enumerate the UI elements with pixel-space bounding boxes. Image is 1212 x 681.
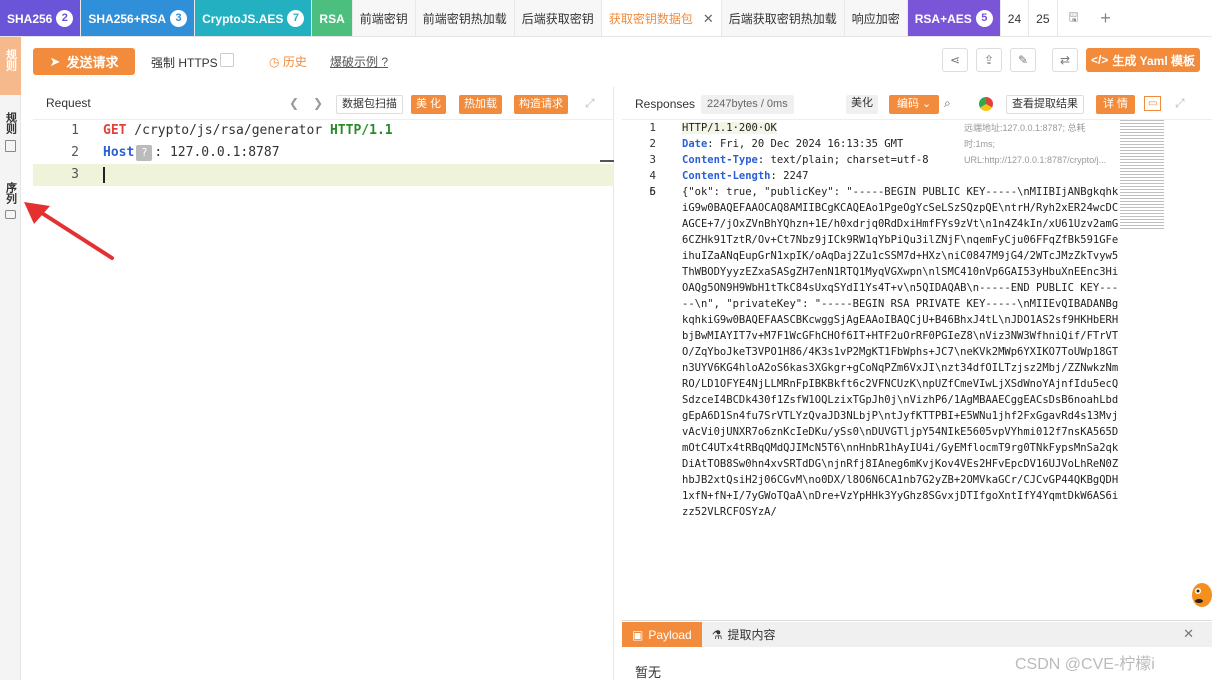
tab-7[interactable]: 获取密钥数据包 ✕ xyxy=(601,0,722,36)
edit-icon[interactable]: ✎ xyxy=(1010,48,1036,72)
chevron-right-icon[interactable]: ❯ xyxy=(313,96,323,110)
divider xyxy=(622,620,1212,621)
expand-icon[interactable]: ⤢ xyxy=(1175,96,1185,111)
chevron-left-icon[interactable]: ❮ xyxy=(289,96,299,110)
hot-load-button[interactable]: 热加载 xyxy=(459,95,502,114)
response-meta-note: 远端地址:127.0.0.1:8787; 总耗时:1ms; URL:http:/… xyxy=(964,123,1107,165)
response-beautify-button[interactable]: 美化 xyxy=(846,95,878,114)
payload-icon: ▣ xyxy=(632,627,644,642)
beautify-button[interactable]: 美 化 xyxy=(411,95,447,114)
sidebar-tab-rules-active[interactable]: 规则 xyxy=(0,37,21,95)
tab-0[interactable]: SHA256 2 xyxy=(0,0,82,36)
expand-icon[interactable]: ⤢ xyxy=(585,96,595,111)
tab-2[interactable]: CryptoJS.AES 7 xyxy=(195,0,313,36)
force-https-checkbox[interactable] xyxy=(220,53,234,67)
build-request-button[interactable]: 构造请求 xyxy=(514,95,568,114)
request-title: Request xyxy=(46,96,91,110)
tab-9[interactable]: 响应加密 xyxy=(844,0,908,36)
code-line-current: 3 xyxy=(33,164,614,186)
tab-12[interactable]: 25 xyxy=(1029,0,1058,36)
tab-count-badge: 2 xyxy=(56,10,74,27)
response-title: Responses xyxy=(635,97,696,111)
close-icon[interactable]: ✕ xyxy=(703,11,714,27)
tab-count-badge: 5 xyxy=(975,10,993,27)
tab-10[interactable]: RSA+AES 5 xyxy=(907,0,1001,36)
send-request-button[interactable]: ➤ 发送请求 xyxy=(33,48,135,75)
history-button[interactable]: ◷ 历史 xyxy=(269,53,307,70)
code-line: 4 Content-Length: 2247 xyxy=(649,169,809,182)
tab-extract[interactable]: ⚗ 提取内容 xyxy=(702,622,786,647)
tab-payload[interactable]: ▣ Payload xyxy=(622,622,702,647)
send-icon: ➤ xyxy=(49,53,61,69)
tab-6[interactable]: 后端获取密钥 xyxy=(514,0,602,36)
tab-bar: SHA256 2 SHA256+RSA 3 CryptoJS.AES 7 RSA 前端密钥 前端… xyxy=(0,0,1212,37)
flask-icon: ⚗ xyxy=(711,627,723,642)
tab-3[interactable]: RSA xyxy=(312,0,353,36)
code-icon: </> xyxy=(1090,53,1109,67)
mascot-icon xyxy=(1192,583,1212,607)
clock-icon: ◷ xyxy=(269,55,280,69)
bottom-tabs: ▣ Payload ⚗ 提取内容 ✕ xyxy=(622,622,1212,647)
swap-icon[interactable]: ⇄ xyxy=(1052,48,1078,72)
lock-icon xyxy=(5,210,16,219)
response-panel: Responses 2247bytes / 0ms 美化 编码 ⌄ ⌕ 查看提取… xyxy=(622,87,1212,680)
force-https-label: 强制 HTTPS xyxy=(151,56,218,70)
generate-yaml-button[interactable]: </> 生成 Yaml 模板 xyxy=(1086,48,1200,72)
clipboard-icon xyxy=(5,140,16,152)
detail-button[interactable]: 详 情 xyxy=(1096,95,1136,114)
view-extract-button[interactable]: 查看提取结果 xyxy=(1006,95,1084,114)
share-icon[interactable]: ⋖ xyxy=(942,48,968,72)
sidebar-tab-rules[interactable]: 规则 xyxy=(0,112,21,167)
response-editor[interactable]: 1 HTTP/1.1·200·OK 2 Date: Fri, 20 Dec 2024… xyxy=(622,120,1120,620)
tab-11[interactable]: 24 xyxy=(1000,0,1030,36)
tab-4[interactable]: 前端密钥 xyxy=(352,0,416,36)
help-icon: ? xyxy=(381,55,389,69)
code-line: 1 GET /crypto/js/rsa/generator HTTP/1.1 xyxy=(71,123,393,138)
red-arrow-annotation xyxy=(24,202,114,260)
empty-placeholder: 暂无 xyxy=(635,665,662,680)
tab-count-badge: 3 xyxy=(170,10,188,27)
encoding-dropdown[interactable]: 编码 ⌄ xyxy=(889,95,940,114)
response-header: Responses 2247bytes / 0ms 美化 编码 ⌄ ⌕ 查看提取… xyxy=(622,87,1212,120)
request-panel: Request ❮ ❯ 数据包扫描 美 化 热加载 构造请求 ⤢ 1 GET /… xyxy=(33,87,614,680)
code-line: 6 {"ok": true, "publicKey": "-----BEGIN P… xyxy=(649,185,1119,518)
save-icon[interactable]: 🖫 xyxy=(1057,0,1090,36)
request-header: Request ❮ ❯ 数据包扫描 美 化 热加载 构造请求 ⤢ xyxy=(33,87,613,120)
tab-count-badge: 7 xyxy=(287,10,305,27)
minimap[interactable] xyxy=(1120,120,1164,230)
code-line: 2 Host?: 127.0.0.1:8787 xyxy=(71,145,280,161)
splitter-handle[interactable] xyxy=(600,160,614,162)
request-editor[interactable]: 1 GET /crypto/js/rsa/generator HTTP/1.1 … xyxy=(33,120,614,186)
toolbar: ➤ 发送请求 强制 HTTPS ◷ 历史 爆破示例 ? ⋖ ⇪ ✎ ⇄ </> 生成… xyxy=(21,38,1212,86)
vertical-sidebar: 规则 规则 序列 xyxy=(0,37,21,680)
examples-link[interactable]: 爆破示例 ? xyxy=(330,53,388,70)
close-icon[interactable]: ✕ xyxy=(1183,626,1194,642)
tab-8[interactable]: 后端获取密钥热加载 xyxy=(721,0,845,36)
packet-scan-button[interactable]: 数据包扫描 xyxy=(336,95,403,114)
chrome-icon[interactable] xyxy=(979,97,993,111)
add-tab-icon[interactable]: + xyxy=(1089,0,1122,36)
help-icon: ? xyxy=(136,145,153,161)
search-icon[interactable]: ⌕ xyxy=(944,96,951,111)
response-size-badge: 2247bytes / 0ms xyxy=(701,95,794,114)
tab-5[interactable]: 前端密钥热加载 xyxy=(415,0,515,36)
comment-icon[interactable]: ▭ xyxy=(1144,96,1162,111)
sidebar-tab-sequence[interactable]: 序列 xyxy=(0,182,21,232)
text-cursor xyxy=(103,167,105,183)
watermark: CSDN @CVE-柠檬i xyxy=(1015,656,1155,673)
export-icon[interactable]: ⇪ xyxy=(976,48,1002,72)
tab-1[interactable]: SHA256+RSA 3 xyxy=(81,0,196,36)
